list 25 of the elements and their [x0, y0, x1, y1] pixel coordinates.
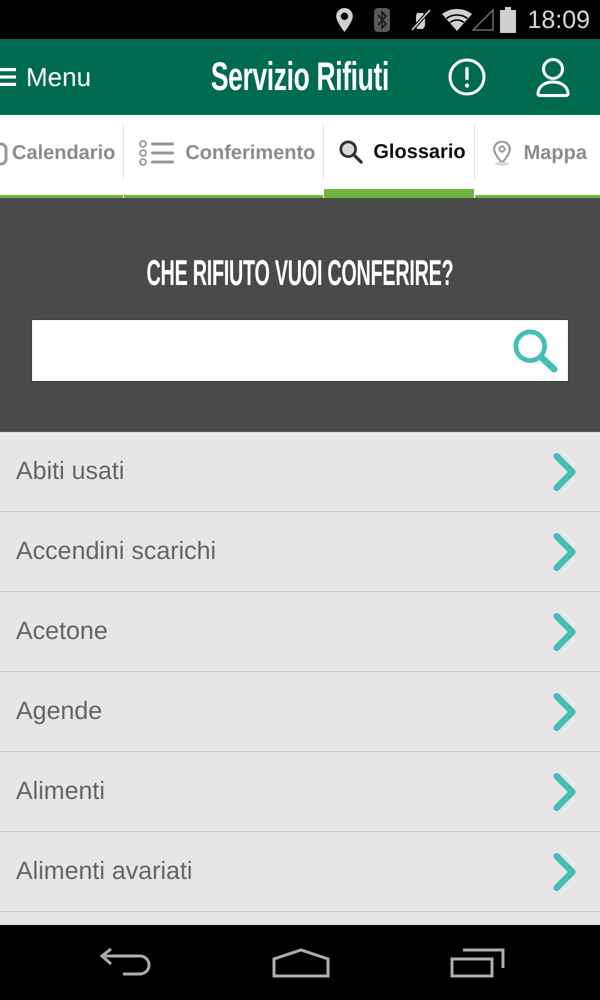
- menu-icon: [0, 67, 16, 87]
- battery-icon: [500, 6, 516, 32]
- chevron-right-icon: [552, 450, 578, 492]
- exclamation-circle-icon: [448, 58, 486, 96]
- muted-icon: [411, 8, 432, 32]
- back-icon[interactable]: [99, 948, 151, 978]
- chevron-right-icon: [552, 850, 578, 892]
- chevron-right-icon: [552, 530, 578, 572]
- recent-apps-icon[interactable]: [450, 948, 506, 978]
- chevron-right-icon: [552, 770, 578, 812]
- search-icon: [339, 139, 364, 165]
- menu-button[interactable]: Menu: [0, 62, 92, 92]
- list-icon: [139, 140, 176, 166]
- app-title: Servizio Rifiuti: [210, 54, 390, 100]
- user-icon: [534, 57, 572, 97]
- location-pin-icon: [336, 8, 354, 32]
- wifi-icon: [442, 8, 472, 30]
- chevron-right-icon: [552, 610, 578, 652]
- search-heading: CHE RIFIUTO VUOI CONFERIRE?: [146, 252, 454, 294]
- search-field[interactable]: [31, 319, 569, 382]
- home-icon[interactable]: [272, 948, 330, 978]
- signal-icon: [472, 8, 494, 30]
- chevron-right-icon: [552, 690, 578, 732]
- clock-time: 18:09: [527, 4, 590, 34]
- bluetooth-icon: [374, 8, 390, 32]
